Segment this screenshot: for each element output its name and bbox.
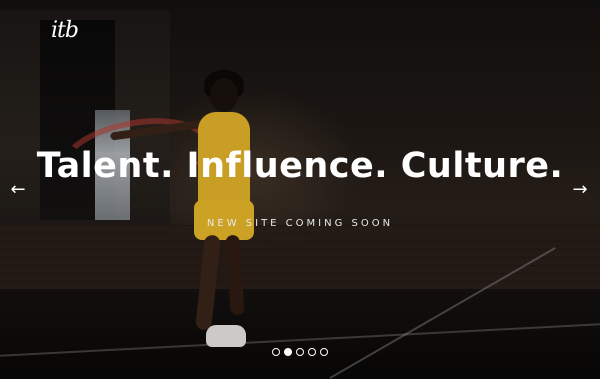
arrow-right-icon[interactable]: → — [568, 178, 592, 202]
hero-headline: Talent. Influence. Culture. — [36, 146, 564, 186]
carousel-dot-1[interactable] — [272, 348, 280, 356]
image-overlay — [0, 0, 600, 379]
carousel-dot-4[interactable] — [308, 348, 316, 356]
arrow-left-icon[interactable]: ← — [6, 178, 30, 202]
carousel-dot-5[interactable] — [320, 348, 328, 356]
carousel-pagination — [0, 348, 600, 356]
hero-slide: itb Talent. Influence. Culture. NEW SITE… — [0, 0, 600, 379]
carousel-dot-3[interactable] — [296, 348, 304, 356]
site-logo[interactable]: itb — [51, 18, 79, 43]
carousel-dot-2[interactable] — [284, 348, 292, 356]
hero-subheadline: NEW SITE COMING SOON — [206, 218, 394, 229]
